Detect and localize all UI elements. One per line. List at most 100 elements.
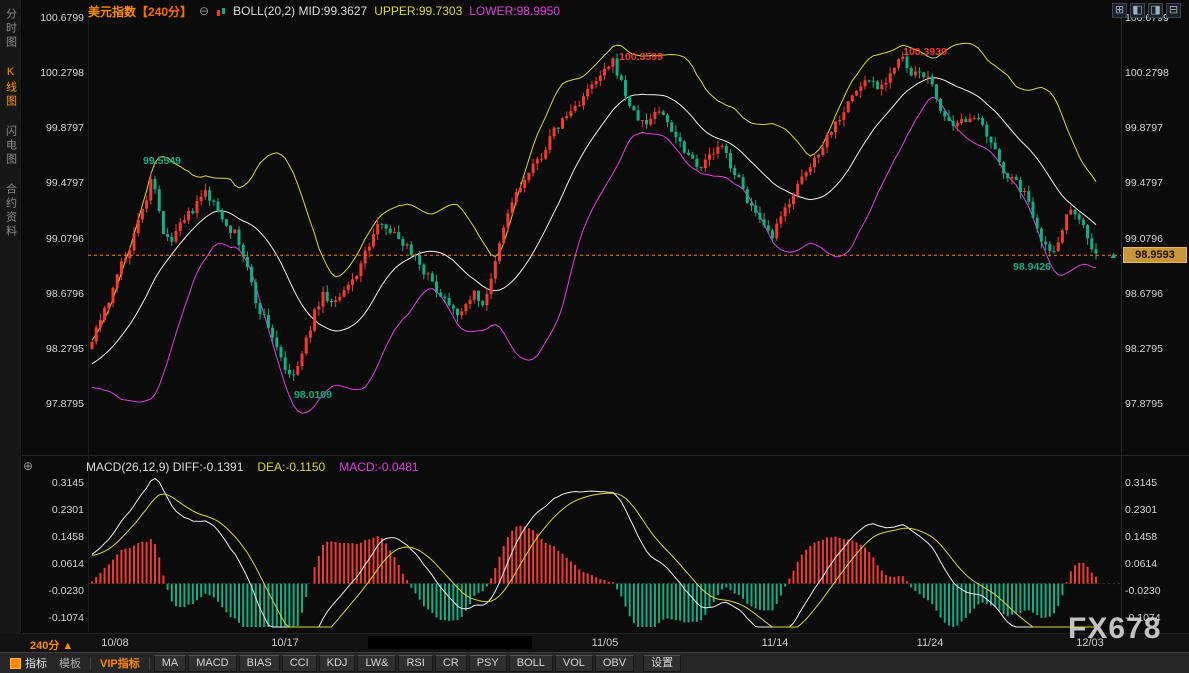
candle-body <box>557 128 560 129</box>
candle-body <box>544 150 547 159</box>
sidebar-item-kline-chart[interactable]: K线图 <box>3 66 19 109</box>
candle-body <box>301 354 304 366</box>
candle-body <box>149 179 152 201</box>
tab-template[interactable]: 模板 <box>53 655 87 671</box>
candle-body <box>427 273 430 274</box>
candle-body <box>330 301 333 302</box>
macd-legend: MACD(26,12,9) DIFF:-0.1391 DEA:-0.1150 M… <box>86 460 419 474</box>
candle-body <box>1057 243 1060 252</box>
candle-body <box>372 234 375 246</box>
candle-body <box>317 307 320 310</box>
sidebar-item-flash-chart[interactable]: 闪电图 <box>3 125 19 167</box>
candle-body <box>124 258 127 261</box>
candle-body <box>855 91 858 96</box>
candle-body <box>779 216 782 223</box>
candle-body <box>763 219 766 225</box>
sidebar-item-contract-info[interactable]: 合约资料 <box>3 183 19 239</box>
candle-body <box>586 89 589 97</box>
candle-body <box>221 211 224 219</box>
candle-body <box>280 347 283 357</box>
scrollbar-thumb[interactable] <box>368 636 532 649</box>
candle-body <box>191 211 194 213</box>
tab-indicator[interactable]: 指标 <box>4 655 53 671</box>
candle-body <box>830 132 833 135</box>
candle-body <box>431 273 434 281</box>
candle-body <box>284 357 287 370</box>
candle-body <box>758 213 761 220</box>
macd-panel-toggle-icon[interactable]: ⊕ <box>23 459 33 473</box>
toolbar-divider <box>90 657 91 670</box>
candle-body <box>885 83 888 85</box>
candle-body <box>548 136 551 150</box>
candle-body <box>645 120 648 125</box>
date-tick-label: 11/05 <box>592 637 619 649</box>
indicator-button-cr[interactable]: CR <box>435 655 467 672</box>
toolbar-divider <box>149 657 150 670</box>
candle-body <box>359 263 362 276</box>
candle-body <box>910 68 913 75</box>
candle-body <box>469 300 472 304</box>
candle-body <box>322 292 325 307</box>
indicator-button-macd[interactable]: MACD <box>188 655 236 672</box>
candle-body <box>1006 173 1009 178</box>
candle-body <box>641 120 644 121</box>
settings-button[interactable]: 设置 <box>643 655 681 672</box>
candle-body <box>99 320 102 327</box>
candle-body <box>691 155 694 159</box>
layout-right-icon[interactable]: ◨ <box>1148 3 1163 18</box>
candle-body <box>166 234 169 237</box>
indicator-button-vol[interactable]: VOL <box>555 655 593 672</box>
indicator-button-psy[interactable]: PSY <box>469 655 507 672</box>
candle-body <box>435 282 438 293</box>
collapse-icon[interactable]: ⊖ <box>199 4 209 18</box>
indicator-button-obv[interactable]: OBV <box>595 655 634 672</box>
candle-body <box>901 57 904 60</box>
candle-body <box>813 158 816 168</box>
candle-body <box>969 119 972 123</box>
candle-body <box>275 338 278 347</box>
indicator-button-boll[interactable]: BOLL <box>509 655 553 672</box>
candle-body <box>385 224 388 228</box>
indicator-button-bias[interactable]: BIAS <box>239 655 280 672</box>
boll-upper-legend: UPPER:99.7303 <box>374 4 462 18</box>
candle-body <box>889 73 892 82</box>
layout-left-icon[interactable]: ◧ <box>1130 3 1145 18</box>
chart-canvas[interactable] <box>0 0 1189 673</box>
tab-vip-indicator[interactable]: VIP指标 <box>94 655 146 671</box>
timeframe-label[interactable]: 240分 ▲ <box>30 637 73 653</box>
candle-body <box>817 155 820 158</box>
sidebar-item-time-chart[interactable]: 分时图 <box>3 8 19 50</box>
boll-upper-line <box>92 43 1096 340</box>
layout-single-icon[interactable]: ⊟ <box>1166 3 1181 18</box>
candle-body <box>254 282 257 303</box>
candle-body <box>1095 249 1098 253</box>
indicator-button-rsi[interactable]: RSI <box>398 655 432 672</box>
candle-body <box>754 206 757 213</box>
candle-body <box>876 82 879 90</box>
candle-body <box>737 175 740 177</box>
candle-body <box>1065 214 1068 230</box>
trading-terminal: 分时图 K线图 闪电图 合约资料 美元指数【240分】 ⊖ BOLL(20,2)… <box>0 0 1189 673</box>
indicator-button-ma[interactable]: MA <box>154 655 187 672</box>
indicator-button-lw[interactable]: LW& <box>357 655 396 672</box>
layout-grid-icon[interactable]: ⊞ <box>1112 3 1127 18</box>
candle-body <box>628 96 631 106</box>
candle-body <box>238 230 241 246</box>
candle-body <box>112 288 115 303</box>
indicator-button-kdj[interactable]: KDJ <box>319 655 356 672</box>
candle-body <box>784 207 787 216</box>
candle-body <box>805 172 808 176</box>
symbol-title: 美元指数【240分】 <box>88 3 192 20</box>
candle-body <box>410 244 413 255</box>
candle-body <box>389 229 392 233</box>
candle-body <box>536 159 539 163</box>
candle-body <box>1036 218 1039 229</box>
indicator-button-cci[interactable]: CCI <box>282 655 317 672</box>
candle-body <box>267 315 270 328</box>
candle-body <box>964 119 967 122</box>
candle-body <box>821 147 824 155</box>
candle-body <box>95 327 98 341</box>
candle-body <box>217 202 220 212</box>
candle-body <box>196 201 199 213</box>
candle-body <box>864 80 867 86</box>
